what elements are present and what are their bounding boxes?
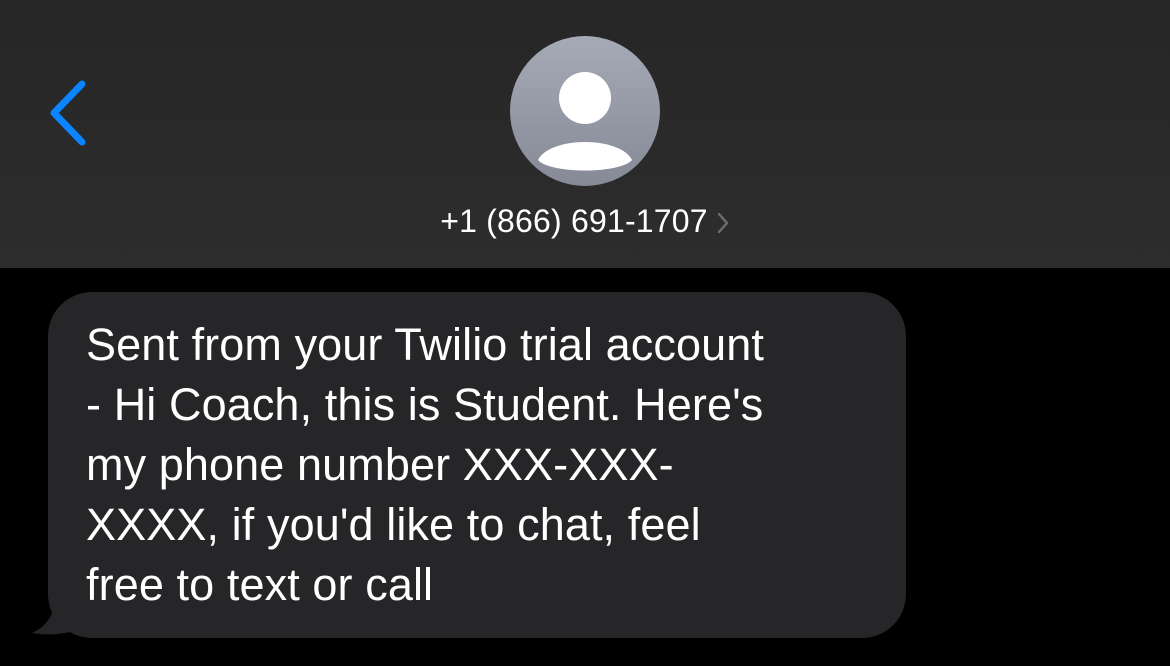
message-bubble: Sent from your Twilio trial account - Hi… <box>48 292 906 638</box>
chevron-left-icon <box>30 70 110 160</box>
message-thread[interactable]: Sent from your Twilio trial account - Hi… <box>0 268 1170 666</box>
chevron-right-icon <box>716 210 730 236</box>
contact-name: +1 (866) 691-1707 <box>440 202 708 239</box>
avatar[interactable] <box>510 36 660 186</box>
messages-screen: +1 (866) 691-1707 Sent from your Twilio … <box>0 0 1170 666</box>
message-bubble-incoming[interactable]: Sent from your Twilio trial account - Hi… <box>30 292 910 642</box>
conversation-header: +1 (866) 691-1707 <box>0 0 1170 268</box>
person-icon <box>510 36 660 186</box>
contact-info-button[interactable]: +1 (866) 691-1707 <box>0 196 1170 246</box>
back-button[interactable] <box>30 70 110 160</box>
message-text: Sent from your Twilio trial account - Hi… <box>86 319 764 610</box>
